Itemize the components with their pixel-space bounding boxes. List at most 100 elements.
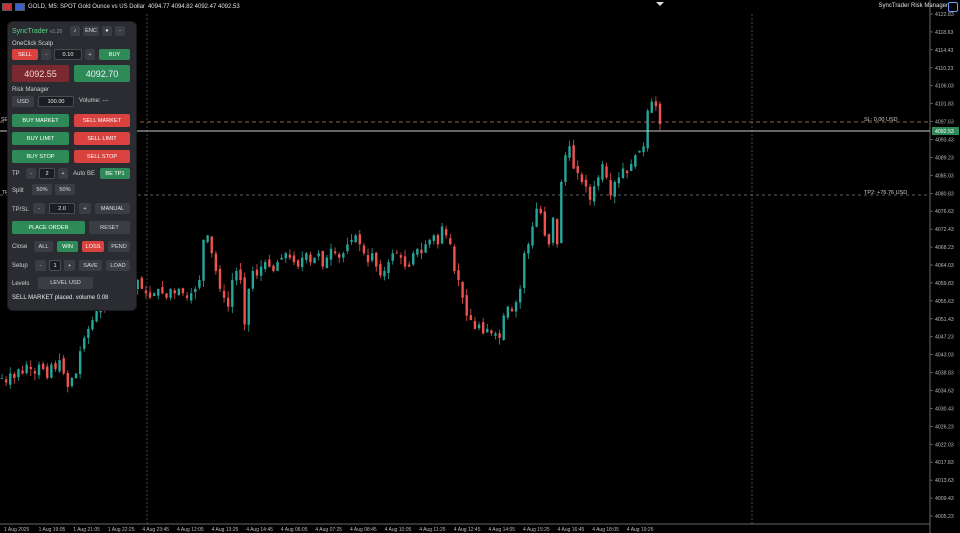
load-button[interactable]: LOAD (106, 260, 130, 271)
place-order-button[interactable]: PLACE ORDER (12, 221, 85, 234)
tpsl-ratio-input[interactable]: 2.0 (49, 203, 75, 214)
candle-body (531, 226, 534, 246)
price-tick-label: 4030.43 (935, 406, 954, 412)
candle-body (642, 146, 645, 153)
sell-market-button[interactable]: SELL MARKET (74, 114, 130, 127)
close-pending-button[interactable]: PEND (108, 241, 130, 252)
candle-body (251, 271, 255, 289)
sell-stop-button[interactable]: SELL STOP (74, 150, 130, 163)
price-tick-label: 4114.43 (935, 48, 953, 54)
candle-body (617, 177, 621, 184)
save-button[interactable]: SAVE (79, 260, 102, 271)
bulb-icon[interactable]: ● (102, 26, 112, 36)
candle-body (543, 211, 547, 236)
candle-body (424, 244, 427, 253)
candle-body (461, 281, 464, 298)
price-tick-label: 4110.23 (935, 66, 953, 72)
candle-body (469, 315, 473, 321)
candle-body (226, 297, 230, 307)
tp-plus-button[interactable]: + (58, 168, 68, 179)
candle-body (189, 293, 193, 301)
risk-manager-icon[interactable] (948, 2, 958, 12)
price-tick-label: 4076.63 (935, 209, 954, 215)
price-tick-label: 4017.83 (935, 460, 954, 466)
sell-limit-button[interactable]: SELL LIMIT (74, 132, 130, 145)
price-tick-label: 4064.03 (935, 263, 954, 269)
candle-body (91, 320, 94, 330)
candle-body (473, 321, 477, 329)
time-tick-label: 4 Aug 12:45 (454, 527, 481, 533)
sound-icon[interactable]: ♪ (70, 26, 80, 36)
oneclick-sell-button[interactable]: SELL (12, 49, 38, 60)
flag-icon (2, 3, 12, 11)
time-tick-label: 4 Aug 19:25 (627, 527, 654, 533)
minimize-button[interactable]: - (115, 26, 125, 36)
buy-limit-button[interactable]: BUY LIMIT (12, 132, 69, 145)
candle-body (342, 253, 345, 258)
ask-price[interactable]: 4092.70 (74, 65, 130, 82)
candle-body (87, 328, 90, 338)
price-chart[interactable]: 4122.83 4118.63 4114.43 4110.23 4106.03 4101.… (0, 0, 960, 533)
lot-minus-button[interactable]: - (41, 49, 51, 60)
candle-body (185, 295, 189, 298)
candle-body (292, 255, 296, 263)
candle-body (210, 236, 213, 254)
candle-body (144, 290, 148, 294)
candle-body (325, 257, 329, 269)
candle-body (346, 244, 349, 252)
candle-body (288, 254, 292, 258)
time-tick-label: 1 Aug 22:25 (108, 527, 135, 533)
candle-body (206, 235, 209, 243)
price-tick-label: 4047.23 (935, 335, 954, 341)
price-tick-label: 4009.43 (935, 496, 954, 502)
price-tick-label: 4118.63 (935, 30, 953, 36)
candle-body (486, 328, 489, 333)
price-tick-label: 4085.03 (935, 173, 954, 179)
currency-select[interactable]: USD (12, 96, 34, 107)
candle-body (568, 146, 571, 158)
setup-label: Setup (12, 263, 28, 269)
enc-button[interactable]: ENC (83, 26, 99, 36)
tpsl-plus-button[interactable]: + (79, 203, 91, 214)
candle-body (370, 253, 374, 261)
level-usd-button[interactable]: LEVEL USD (38, 277, 93, 289)
candle-body (366, 255, 370, 263)
candle-body (95, 311, 98, 322)
setup-slot-input[interactable]: 1 (49, 260, 61, 271)
lot-plus-button[interactable]: + (85, 49, 95, 60)
price-tick-label: 4122.83 (935, 12, 954, 18)
close-win-button[interactable]: WIN (57, 241, 78, 252)
buy-stop-button[interactable]: BUY STOP (12, 150, 69, 163)
setup-plus-button[interactable]: + (64, 260, 75, 271)
reset-button[interactable]: RESET (89, 221, 130, 234)
split-tp2-input[interactable]: 50% (55, 184, 75, 195)
tp-minus-button[interactable]: - (26, 168, 36, 179)
tp-count-input[interactable]: 2 (39, 168, 55, 179)
candle-body (593, 186, 596, 202)
candle-body (658, 103, 662, 125)
time-tick-label: 1 Aug 21:05 (73, 527, 100, 533)
split-tp1-input[interactable]: 50% (32, 184, 52, 195)
chart-title-bar: GOLD, M5: SPOT Gold Ounce vs US Dollar 4… (0, 0, 932, 14)
candle-body (66, 372, 69, 387)
candle-body (173, 290, 176, 294)
oneclick-buy-button[interactable]: BUY (99, 49, 130, 60)
buy-market-button[interactable]: BUY MARKET (12, 114, 69, 127)
candle-body (276, 262, 279, 271)
close-all-button[interactable]: ALL (34, 241, 53, 252)
time-tick-label: 4 Aug 06:05 (281, 527, 308, 533)
setup-minus-button[interactable]: - (35, 260, 46, 271)
manual-button[interactable]: MANUAL (95, 203, 130, 214)
bid-price[interactable]: 4092.55 (12, 65, 69, 82)
candle-body (518, 288, 522, 303)
close-loss-button[interactable]: LOSS (82, 241, 104, 252)
candle-body (588, 186, 592, 200)
lot-input[interactable]: 0.10 (54, 49, 82, 60)
candle-body (457, 270, 460, 280)
candle-body (222, 290, 226, 298)
tpsl-minus-button[interactable]: - (33, 203, 45, 214)
be-tp1-button[interactable]: BE TP1 (100, 168, 130, 179)
risk-value-input[interactable]: 100.00 (38, 96, 74, 107)
ohlc-label: 4094.77 4094.82 4092.47 4092.53 (147, 4, 240, 10)
candle-body (391, 253, 394, 261)
